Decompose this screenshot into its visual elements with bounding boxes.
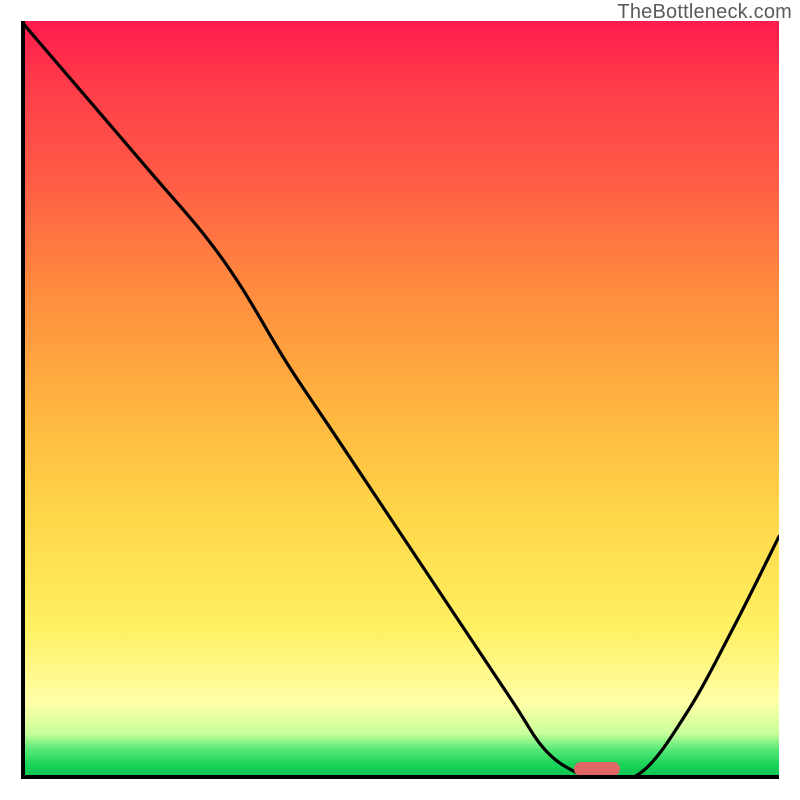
chart-container: TheBottleneck.com (0, 0, 800, 800)
plot-area (21, 21, 779, 779)
optimal-range-marker (574, 762, 619, 776)
bottleneck-curve (21, 21, 779, 779)
